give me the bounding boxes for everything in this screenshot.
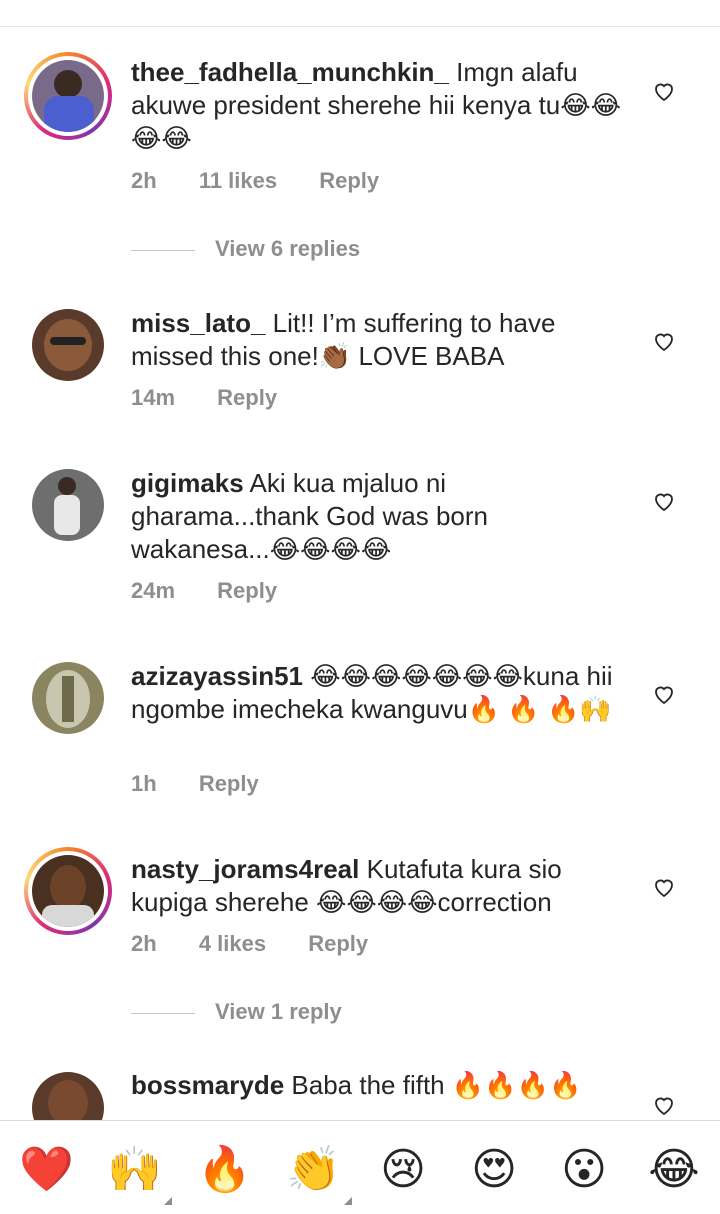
reply-button[interactable]: Reply (308, 931, 368, 956)
comment-text: thee_fadhella_munchkin_ Imgn alafu akuwe… (131, 56, 631, 155)
comment-username[interactable]: miss_lato_ (131, 308, 265, 338)
comment-username[interactable]: azizayassin51 (131, 661, 303, 691)
avatar[interactable] (32, 309, 104, 381)
reply-button[interactable]: Reply (217, 385, 277, 410)
comment-likes[interactable]: 11 likes (199, 168, 277, 193)
avatar[interactable] (24, 52, 112, 140)
heart-eyes-emoji-button[interactable]: 😍 (467, 1145, 521, 1195)
comment-meta: 14m Reply (131, 385, 313, 411)
comment-meta: 24m Reply (131, 578, 313, 604)
comment-time: 2h (131, 168, 157, 193)
like-heart-icon[interactable] (652, 875, 676, 899)
like-heart-icon[interactable] (652, 489, 676, 513)
reply-button[interactable]: Reply (217, 578, 277, 603)
tears-of-joy-emoji-button[interactable]: 😂 (647, 1145, 701, 1195)
comment-username[interactable]: thee_fadhella_munchkin_ (131, 57, 449, 87)
like-heart-icon[interactable] (652, 329, 676, 353)
comment-time: 14m (131, 385, 176, 410)
view-replies-label: View 1 reply (215, 999, 342, 1024)
comment-text: gigimaks Aki kua mjaluo ni gharama...tha… (131, 467, 631, 566)
view-replies-label: View 6 replies (215, 236, 361, 261)
comment-time: 2h (131, 931, 157, 956)
avatar[interactable] (32, 469, 104, 541)
like-heart-icon[interactable] (652, 1093, 676, 1117)
heart-emoji-button[interactable]: ❤️ (19, 1145, 74, 1195)
comment-text: bossmaryde Baba the fifth 🔥🔥🔥🔥 (131, 1069, 631, 1102)
skin-tone-indicator-icon (344, 1197, 352, 1205)
comment-username[interactable]: bossmaryde (131, 1070, 284, 1100)
reply-button[interactable]: Reply (199, 771, 259, 796)
comment-text: azizayassin51 😂😂😂😂😂😂😂kuna hii ngombe ime… (131, 660, 631, 726)
comment-username[interactable]: nasty_jorams4real (131, 854, 359, 884)
comment-likes[interactable]: 4 likes (199, 931, 266, 956)
like-heart-icon[interactable] (652, 79, 676, 103)
avatar[interactable] (32, 662, 104, 734)
raised-hands-emoji-button[interactable]: 🙌 (107, 1145, 162, 1195)
view-replies-button[interactable]: View 1 reply (131, 999, 342, 1025)
comment-username[interactable]: gigimaks (131, 468, 244, 498)
surprised-face-emoji-button[interactable]: 😮 (557, 1145, 611, 1195)
fire-emoji-button[interactable]: 🔥 (197, 1145, 252, 1195)
emoji-reaction-bar: ❤️ 🙌 🔥 👏 😢 😍 😮 😂 (0, 1120, 720, 1214)
comment-meta: 2h 11 likes Reply (131, 168, 415, 194)
comment-time: 24m (131, 578, 176, 603)
crying-face-emoji-button[interactable]: 😢 (376, 1145, 430, 1195)
like-heart-icon[interactable] (652, 682, 676, 706)
top-divider (0, 26, 720, 27)
reply-button[interactable]: Reply (319, 168, 379, 193)
comment-body: Baba the fifth 🔥🔥🔥🔥 (291, 1070, 582, 1100)
comment-meta: 2h 4 likes Reply (131, 931, 404, 957)
view-replies-button[interactable]: View 6 replies (131, 236, 360, 262)
comment-meta: 1h Reply (131, 771, 295, 797)
comment-text: miss_lato_ Lit!! I’m suffering to have m… (131, 307, 631, 373)
clapping-emoji-button[interactable]: 👏 (286, 1145, 341, 1195)
skin-tone-indicator-icon (164, 1197, 172, 1205)
avatar[interactable] (24, 847, 112, 935)
comment-time: 1h (131, 771, 157, 796)
comment-text: nasty_jorams4real Kutafuta kura sio kupi… (131, 853, 631, 919)
